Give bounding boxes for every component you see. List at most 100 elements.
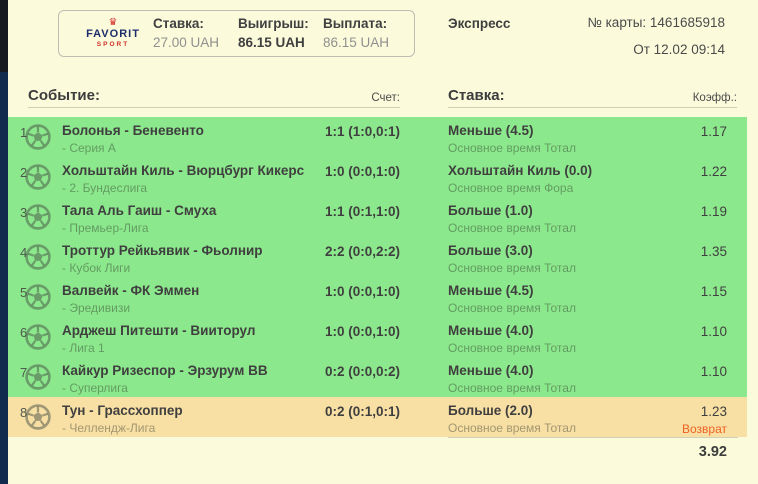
coeff-value: 1.17 (700, 124, 727, 139)
bet-row: 8 Тун - Грассхоппер - Челлендж-Лига 0:2 … (8, 397, 747, 437)
football-icon (24, 163, 52, 191)
coeff-value: 1.10 (700, 364, 727, 379)
ticket-summary-box: ♛ FAVORIT SPORT Ставка: 27.00 UAH Выигры… (58, 10, 415, 57)
event-league: - Премьер-Лига (62, 221, 149, 236)
event-cell: Хольштайн Киль - Вюрцбург Кикерс - 2. Бу… (62, 163, 304, 196)
coeff-note: Возврат (682, 422, 727, 437)
bet-cell: Меньше (4.5) Основное время Тотал (448, 283, 576, 316)
stat-payout: Выплата: 86.15 UAH (323, 15, 408, 53)
event-cell: Тун - Грассхоппер - Челлендж-Лига (62, 403, 183, 436)
coeff-value: 1.35 (700, 244, 727, 259)
football-icon (24, 123, 52, 151)
bet-type: Основное время Тотал (448, 341, 576, 356)
event-cell: Тала Аль Гаиш - Смуха - Премьер-Лига (62, 203, 216, 236)
stat-winnings-label: Выигрыш: (238, 15, 309, 31)
bet-row: 7 Кайкур Ризеспор - Эрзурум ВВ - Суперли… (8, 357, 747, 397)
score-value: 0:2 (0:0,0:2) (324, 364, 400, 379)
bet-row: 1 Болонья - Беневенто - Серия А 1:1 (1:0… (8, 117, 747, 157)
page-left-strip-top (0, 0, 8, 72)
bet-type: Основное время Тотал (448, 221, 576, 236)
column-bet: Ставка: (448, 87, 505, 104)
stat-payout-label: Выплата: (323, 15, 388, 31)
score-value: 1:1 (1:0,0:1) (324, 124, 400, 139)
event-cell: Троттур Рейкьявик - Фьолнир - Кубок Лиги (62, 243, 263, 276)
event-league: - Лига 1 (62, 341, 105, 356)
bet-type: Основное время Тотал (448, 421, 576, 436)
bet-type: Основное время Тотал (448, 261, 576, 276)
event-cell: Кайкур Ризеспор - Эрзурум ВВ - Суперлига (62, 363, 268, 396)
football-icon (24, 323, 52, 351)
bet-row: 5 Валвейк - ФК Эммен - Эредивизи 1:0 (0:… (8, 277, 747, 317)
bet-name: Меньше (4.5) (448, 123, 534, 138)
stat-winnings-value: 86.15 UAH (238, 34, 305, 50)
bet-cell: Хольштайн Киль (0.0) Основное время Фора (448, 163, 592, 196)
coeff-value: 1.22 (700, 164, 727, 179)
event-league: - Челлендж-Лига (62, 421, 156, 436)
coeff-value: 1.15 (700, 284, 727, 299)
coeff-cell: 1.19 (701, 204, 727, 220)
bet-cell: Больше (3.0) Основное время Тотал (448, 243, 576, 276)
football-icon (24, 363, 52, 391)
coeff-cell: 1.10 (701, 324, 727, 340)
score-value: 1:0 (0:0,1:0) (324, 164, 400, 179)
event-name: Тун - Грассхоппер (62, 403, 183, 418)
bet-cell: Больше (1.0) Основное время Тотал (448, 203, 576, 236)
coeff-cell: 1.35 (701, 244, 727, 260)
event-cell: Валвейк - ФК Эммен - Эредивизи (62, 283, 199, 316)
page-left-strip (0, 0, 8, 484)
coeff-cell: 1.22 (701, 164, 727, 180)
column-score: Счет: (371, 92, 400, 104)
bet-cell: Меньше (4.0) Основное время Тотал (448, 363, 576, 396)
football-icon (24, 203, 52, 231)
coeff-cell: 1.15 (701, 284, 727, 300)
bet-name: Хольштайн Киль (0.0) (448, 163, 593, 178)
score-value: 1:0 (0:0,1:0) (324, 324, 400, 339)
bet-type: Основное время Тотал (448, 141, 576, 156)
bet-name: Больше (3.0) (448, 243, 533, 258)
event-name: Валвейк - ФК Эммен (62, 283, 200, 298)
football-icon (24, 243, 52, 271)
bet-cell: Больше (2.0) Основное время Тотал (448, 403, 576, 436)
event-league: - Серия А (62, 141, 116, 156)
coeff-cell: 1.10 (701, 364, 727, 380)
score-value: 1:1 (0:1,1:0) (324, 204, 400, 219)
stat-stake: Ставка: 27.00 UAH (153, 15, 238, 53)
logo-sub-text: SPORT (96, 40, 130, 48)
bet-name: Меньше (4.5) (448, 283, 534, 298)
event-name: Тала Аль Гаиш - Смуха (62, 203, 217, 218)
bet-row: 4 Троттур Рейкьявик - Фьолнир - Кубок Ли… (8, 237, 747, 277)
bet-name: Меньше (4.0) (448, 323, 534, 338)
football-icon (24, 403, 52, 431)
card-number: № карты: 1461685918 (587, 15, 725, 30)
event-name: Арджеш Питешти - Вииторул (62, 323, 256, 338)
bet-row: 3 Тала Аль Гаиш - Смуха - Премьер-Лига 1… (8, 197, 747, 237)
event-league: - Кубок Лиги (62, 261, 131, 276)
bet-row: 6 Арджеш Питешти - Вииторул - Лига 1 1:0… (8, 317, 747, 357)
event-name: Кайкур Ризеспор - Эрзурум ВВ (62, 363, 268, 378)
event-name: Хольштайн Киль - Вюрцбург Кикерс (62, 163, 305, 178)
column-event: Событие: (28, 87, 100, 104)
bet-mode-label: Экспресс (448, 16, 511, 31)
event-cell: Болонья - Беневенто - Серия А (62, 123, 204, 156)
bet-type: Основное время Фора (448, 181, 574, 196)
coeff-cell: 1.17 (701, 124, 727, 140)
event-name: Троттур Рейкьявик - Фьолнир (62, 243, 263, 258)
bet-type: Основное время Тотал (448, 301, 576, 316)
total-separator (448, 437, 738, 438)
event-league: - Эредивизи (62, 301, 131, 316)
event-name: Болонья - Беневенто (62, 123, 204, 138)
coeff-value: 1.10 (700, 324, 727, 339)
logo-brand-text: FAVORIT (86, 28, 140, 41)
football-icon (24, 283, 52, 311)
bet-name: Меньше (4.0) (448, 363, 534, 378)
ticket-date: От 12.02 09:14 (633, 42, 725, 57)
bet-cell: Меньше (4.0) Основное время Тотал (448, 323, 576, 356)
crown-icon: ♛ (108, 17, 118, 29)
stat-payout-value: 86.15 UAH (323, 34, 390, 50)
favorit-sport-logo: ♛ FAVORIT SPORT (73, 18, 153, 48)
event-cell: Арджеш Питешти - Вииторул - Лига 1 (62, 323, 255, 356)
bet-name: Больше (2.0) (448, 403, 533, 418)
bet-name: Больше (1.0) (448, 203, 533, 218)
rows-container: 1 Болонья - Беневенто - Серия А 1:1 (1:0… (8, 117, 747, 437)
coeff-value: 1.19 (700, 204, 727, 219)
